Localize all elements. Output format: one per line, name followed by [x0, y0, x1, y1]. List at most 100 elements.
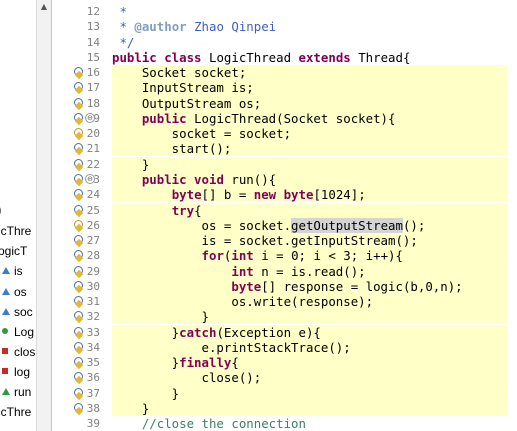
- javadoc-token: @author: [134, 19, 187, 34]
- line-number: 38: [86, 402, 100, 415]
- line-number: 22: [86, 158, 100, 171]
- code-token: i = 0; i < 3; i++){: [261, 248, 403, 263]
- line-number: 24: [86, 188, 100, 201]
- code-text: *: [112, 4, 127, 19]
- line-number: 16: [86, 66, 100, 79]
- line-number: 21: [86, 142, 100, 155]
- code-line[interactable]: 20 socket = socket;: [0, 126, 517, 141]
- code-line[interactable]: 30 byte[] response = logic(b,0,n);: [0, 279, 517, 294]
- code-line[interactable]: 33 }catch(Exception e){: [0, 325, 517, 340]
- code-text: int n = is.read();: [112, 264, 365, 279]
- keyword-token: finally: [179, 355, 232, 370]
- line-number: 34: [86, 341, 100, 354]
- keyword-token: public class: [112, 50, 209, 65]
- code-text: */: [112, 35, 134, 50]
- code-line[interactable]: 18 OutputStream os;: [0, 96, 517, 111]
- code-line[interactable]: 37 }: [0, 386, 517, 401]
- code-line[interactable]: 34 e.printStackTrace();: [0, 340, 517, 355]
- code-line[interactable]: 25 try{: [0, 203, 517, 218]
- code-line[interactable]: 39 //close the connection: [0, 416, 517, 431]
- code-token: is = socket.getInputStream();: [112, 233, 418, 248]
- code-line[interactable]: 29 int n = is.read();: [0, 264, 517, 279]
- code-text: e.printStackTrace();: [112, 340, 351, 355]
- line-number: 32: [86, 310, 100, 323]
- code-token: Socket socket;: [112, 65, 247, 80]
- code-token: (Exception e){: [216, 325, 321, 340]
- javadoc-token: */: [112, 35, 135, 50]
- code-text: }: [112, 401, 149, 416]
- line-number: 37: [86, 387, 100, 400]
- code-text: }: [112, 309, 209, 324]
- code-line[interactable]: 16 Socket socket;: [0, 65, 517, 80]
- code-line[interactable]: 38 }: [0, 401, 517, 416]
- code-line[interactable]: 35 }finally{: [0, 355, 517, 370]
- code-text: os.write(response);: [112, 294, 373, 309]
- code-text: start();: [112, 141, 232, 156]
- line-number: 25: [86, 204, 100, 217]
- code-line[interactable]: 12 *: [0, 4, 517, 19]
- code-token: [1024];: [313, 187, 366, 202]
- code-line[interactable]: 19⊖ public LogicThread(Socket socket){: [0, 111, 517, 126]
- code-text: try{: [112, 203, 202, 218]
- code-text: OutputStream os;: [112, 96, 261, 111]
- code-token: socket = socket;: [112, 126, 292, 141]
- fold-toggle-icon[interactable]: ⊖: [85, 113, 95, 123]
- keyword-token: for: [201, 248, 224, 263]
- keyword-token: extends: [298, 50, 359, 65]
- code-editor[interactable]: 12 * 13 * @author Zhao Qinpei 14 */15 publi…: [0, 0, 517, 431]
- keyword-token: public: [141, 111, 195, 126]
- code-text: socket = socket;: [112, 126, 291, 141]
- code-token: run(){: [231, 172, 277, 187]
- code-line[interactable]: 27 is = socket.getInputStream();: [0, 233, 517, 248]
- code-text: Socket socket;: [112, 65, 246, 80]
- code-token: [] response = logic(b,0,n);: [261, 279, 463, 294]
- line-number: 20: [86, 127, 100, 140]
- line-number: 31: [86, 295, 100, 308]
- line-number: 33: [86, 326, 100, 339]
- line-number: 15: [86, 51, 100, 64]
- code-line[interactable]: 22 }: [0, 157, 517, 172]
- line-number: 17: [86, 81, 100, 94]
- code-token: {: [194, 203, 202, 218]
- code-text: os = socket.getOutputStream();: [112, 218, 425, 233]
- line-number: 18: [86, 97, 100, 110]
- code-line[interactable]: 17 InputStream is;: [0, 80, 517, 95]
- code-token: LogicThread: [208, 50, 299, 65]
- code-text: }finally{: [112, 355, 239, 370]
- code-text: public void run(){: [112, 172, 276, 187]
- code-line[interactable]: 36 close();: [0, 370, 517, 385]
- code-text: * @author Zhao Qinpei: [112, 19, 276, 34]
- code-line[interactable]: 32 }: [0, 309, 517, 324]
- line-number: 12: [86, 5, 100, 18]
- code-token: InputStream is;: [112, 80, 254, 95]
- code-line[interactable]: 31 os.write(response);: [0, 294, 517, 309]
- code-line[interactable]: 26 os = socket.getOutputStream();: [0, 218, 517, 233]
- code-line[interactable]: 24 byte[] b = new byte[1024];: [0, 187, 517, 202]
- line-number: 29: [86, 265, 100, 278]
- code-text: //close the connection: [112, 416, 306, 431]
- code-token: }: [112, 325, 180, 340]
- line-number: 36: [86, 371, 100, 384]
- javadoc-token: *: [112, 4, 127, 19]
- code-line[interactable]: 14 */: [0, 35, 517, 50]
- code-token: os.write(response);: [112, 294, 374, 309]
- code-token: }: [112, 355, 180, 370]
- code-text: InputStream is;: [112, 80, 254, 95]
- code-token: {: [231, 355, 239, 370]
- code-line[interactable]: 28 for(int i = 0; i < 3; i++){: [0, 248, 517, 263]
- code-token: }: [112, 386, 180, 401]
- code-line[interactable]: 21 start();: [0, 141, 517, 156]
- code-line[interactable]: 23⊖ public void run(){: [0, 172, 517, 187]
- keyword-token: byte: [231, 279, 262, 294]
- line-number: 28: [86, 249, 100, 262]
- code-line[interactable]: 13 * @author Zhao Qinpei: [0, 19, 517, 34]
- code-token: }: [112, 401, 150, 416]
- fold-toggle-icon[interactable]: ⊖: [85, 174, 95, 184]
- code-text: public class LogicThread extends Thread{: [112, 50, 410, 65]
- code-line[interactable]: 15 public class LogicThread extends Threa…: [0, 50, 517, 65]
